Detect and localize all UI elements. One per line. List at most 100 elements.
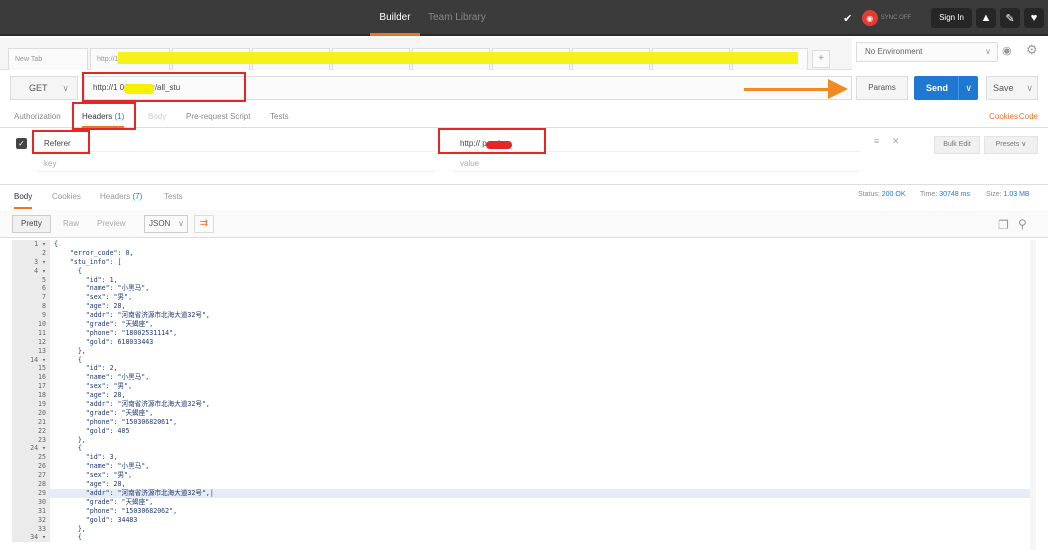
code-text: "addr": "河南省济源市北海大道32号", [54, 400, 210, 409]
code-line[interactable]: 14 ▾ { [12, 355, 1030, 365]
code-line[interactable]: 10 "grade": "天蝎座", [12, 320, 1030, 329]
new-tab-button[interactable]: + [812, 50, 830, 68]
response-body-editor[interactable]: 1 ▾{2 "error_code": 0, 3 ▾ "stu_info": [4… [12, 240, 1030, 550]
wrench-icon[interactable]: ✎ [1000, 8, 1020, 28]
code-line[interactable]: 28 "age": 28, [12, 480, 1030, 489]
response-tab-cookies[interactable]: Cookies [52, 185, 81, 209]
code-text: "phone": "15030682062", [54, 506, 178, 515]
heart-icon[interactable]: ♥ [1024, 8, 1044, 28]
line-number: 2 [12, 248, 50, 258]
search-icon[interactable]: ⚲ [1018, 217, 1027, 231]
line-number: 33 [12, 524, 50, 534]
sign-in-button[interactable]: Sign In [931, 8, 972, 28]
environment-select[interactable]: No Environment ∨ [856, 42, 998, 62]
code-line[interactable]: 31 "phone": "15030682062", [12, 506, 1030, 516]
tab-body[interactable]: Body [148, 106, 166, 128]
line-number: 32 [12, 515, 50, 525]
code-line[interactable]: 21 "phone": "15030682061", [12, 417, 1030, 427]
view-pretty-button[interactable]: Pretty [12, 215, 51, 233]
method-select[interactable]: GET ∨ [10, 76, 78, 100]
response-tab-body[interactable]: Body [14, 185, 33, 209]
code-text: "addr": "河南省济源市北海大道32号",| [54, 488, 214, 497]
format-select[interactable]: JSON ∨ [144, 215, 188, 233]
header-key-field[interactable]: Referer [36, 136, 436, 152]
code-line[interactable]: 6 "name": "小黑马", [12, 284, 1030, 294]
code-line[interactable]: 32 "gold": 34483 [12, 515, 1030, 525]
code-text: "id": 3, [54, 453, 118, 462]
gear-icon[interactable]: ⚙ [1026, 42, 1038, 58]
chevron-down-icon[interactable]: ∨ [1026, 77, 1033, 99]
bell-icon[interactable]: ▲ [976, 8, 996, 28]
code-line[interactable]: 12 "gold": 618033443 [12, 337, 1030, 347]
time-readout: Time: 30748 ms [920, 185, 970, 205]
save-button[interactable]: Save ∨ [986, 76, 1038, 100]
tab-builder[interactable]: Builder [370, 0, 420, 36]
line-number: 13 [12, 346, 50, 356]
sync-status[interactable]: ◉ SYNC OFF [861, 10, 911, 26]
tab-team-library[interactable]: Team Library [428, 0, 486, 36]
code-line[interactable]: 30 "grade": "天蝎座", [12, 497, 1030, 507]
copy-icon[interactable]: ❐ [998, 218, 1009, 232]
code-line[interactable]: 27 "sex": "男", [12, 471, 1030, 481]
line-number: 28 [12, 480, 50, 489]
code-line[interactable]: 11 "phone": "18002531114", [12, 328, 1030, 338]
tab-authorization[interactable]: Authorization [14, 106, 61, 128]
code-line[interactable]: 22 "gold": 405 [12, 426, 1030, 436]
code-line[interactable]: 20 "grade": "天蝎座", [12, 408, 1030, 418]
chevron-down-icon[interactable]: ∨ [965, 76, 972, 100]
code-link[interactable]: Code [1019, 106, 1038, 128]
code-line[interactable]: 13 }, [12, 346, 1030, 356]
code-text: "grade": "天蝎座", [54, 497, 154, 506]
code-text: { [54, 266, 82, 275]
code-line[interactable]: 23 }, [12, 435, 1030, 445]
request-tab-new[interactable]: New Tab [8, 48, 88, 70]
interceptor-icon[interactable]: ✔ [838, 8, 858, 28]
editor-scrollbar[interactable] [1030, 240, 1036, 550]
code-line[interactable]: 17 "sex": "男", [12, 382, 1030, 392]
code-line[interactable]: 19 "addr": "河南省济源市北海大道32号", [12, 400, 1030, 409]
response-tabs-bar: Body Cookies Headers (7) Tests Status: 2… [0, 184, 1048, 209]
view-raw-button[interactable]: Raw [54, 215, 88, 233]
code-text: "name": "小黑马", [54, 462, 150, 471]
eye-icon[interactable]: ◉ [1002, 44, 1012, 57]
line-number: 24 ▾ [12, 444, 50, 454]
wrap-lines-icon[interactable]: ⇉ [194, 215, 214, 233]
line-number: 7 [12, 293, 50, 303]
sync-icon: ◉ [861, 10, 878, 26]
code-line[interactable]: 24 ▾ { [12, 444, 1030, 454]
code-line[interactable]: 15 "id": 2, [12, 364, 1030, 374]
header-enabled-checkbox[interactable]: ✓ [16, 138, 27, 149]
menu-icon[interactable]: ≡ [874, 136, 879, 146]
code-text: "sex": "男", [54, 471, 133, 480]
presets-button[interactable]: Presets ∨ [984, 136, 1038, 154]
code-line[interactable]: 18 "age": 28, [12, 391, 1030, 401]
code-line[interactable]: 9 "addr": "河南省济源市北海大道32号", [12, 311, 1030, 321]
tab-tests[interactable]: Tests [270, 106, 289, 128]
tab-prerequest-script[interactable]: Pre-request Script [186, 106, 250, 128]
params-button[interactable]: Params [856, 76, 908, 100]
code-line[interactable]: 4 ▾ { [12, 266, 1030, 276]
code-line[interactable]: 25 "id": 3, [12, 453, 1030, 463]
header-value-placeholder[interactable]: value [452, 156, 860, 172]
code-line[interactable]: 3 ▾ "stu_info": [ [12, 257, 1030, 267]
code-line[interactable]: 26 "name": "小黑马", [12, 462, 1030, 472]
code-line[interactable]: 2 "error_code": 0, [12, 248, 1030, 258]
bulk-edit-button[interactable]: Bulk Edit [934, 136, 980, 154]
response-tab-tests[interactable]: Tests [164, 185, 183, 209]
send-button[interactable]: Send ∨ [914, 76, 978, 100]
code-line[interactable]: 8 "age": 28, [12, 302, 1030, 312]
code-line[interactable]: 16 "name": "小黑马", [12, 373, 1030, 383]
code-line[interactable]: 33 }, [12, 524, 1030, 534]
response-tab-headers[interactable]: Headers (7) [100, 185, 142, 209]
line-number: 5 [12, 275, 50, 285]
code-line[interactable]: 7 "sex": "男", [12, 293, 1030, 303]
line-number: 30 [12, 497, 50, 507]
code-line[interactable]: 34 ▾ { [12, 533, 1030, 543]
code-line[interactable]: 1 ▾ { [12, 240, 1030, 249]
header-key-placeholder[interactable]: key [36, 156, 436, 172]
cookies-link[interactable]: Cookies [989, 106, 1018, 128]
code-line[interactable]: 29 "addr": "河南省济源市北海大道32号",| [12, 488, 1030, 498]
view-preview-button[interactable]: Preview [88, 215, 134, 233]
close-icon[interactable]: ✕ [892, 136, 900, 147]
code-line[interactable]: 5 "id": 1, [12, 275, 1030, 285]
